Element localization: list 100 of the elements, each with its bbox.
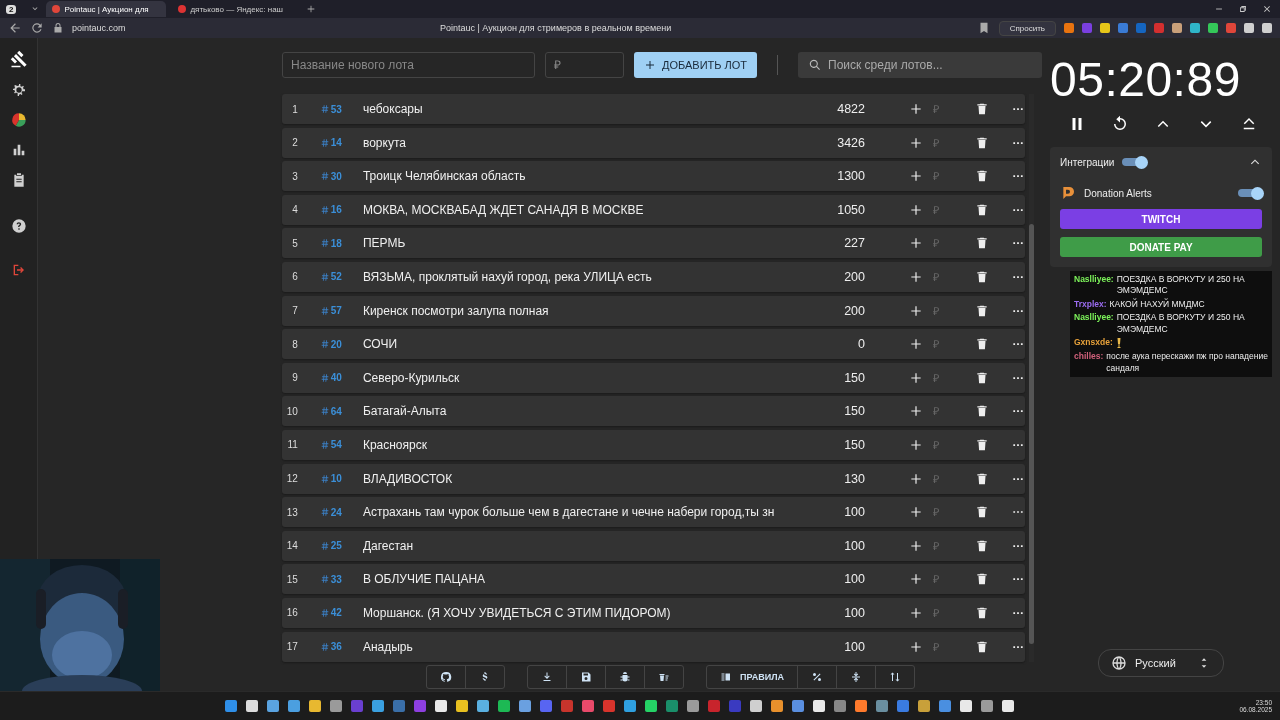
taskbar-app-icon[interactable] [686,700,699,712]
add-amount-icon[interactable] [909,538,923,553]
taskbar-app-icon[interactable] [917,700,930,712]
back-icon[interactable] [8,21,22,35]
taskbar-app-icon[interactable] [959,700,972,712]
add-amount-icon[interactable] [909,605,923,620]
add-amount-icon[interactable] [909,437,923,452]
gear-icon[interactable] [10,82,27,98]
lot-name[interactable]: Красноярск [362,437,807,452]
pie-chart-icon[interactable] [10,112,27,128]
taskbar-app-icon[interactable] [749,700,762,712]
delete-icon[interactable] [975,404,989,419]
rules-button[interactable]: ПРАВИЛА [707,666,798,688]
service-button[interactable]: TWITCH [1060,209,1262,229]
lot-name-field[interactable]: Название нового лота [282,52,535,78]
lot-name[interactable]: Киренск посмотри залупа полная [362,303,807,318]
add-amount-icon[interactable] [909,102,923,116]
taskbar-app-icon[interactable] [518,700,531,712]
lot-name[interactable]: СОЧИ [362,337,807,352]
taskbar-app-icon[interactable] [329,700,342,712]
search-field[interactable]: Поиск среди лотов... [798,52,1042,78]
delete-icon[interactable] [975,102,989,116]
lot-add-field[interactable]: ₽ [931,471,975,486]
taskbar-app-icon[interactable] [812,700,825,712]
help-icon[interactable] [10,218,27,234]
gavel-icon[interactable] [9,50,28,68]
lot-name[interactable]: Анадырь [362,639,807,654]
lot-add-field[interactable]: ₽ [931,639,975,654]
lot-name[interactable]: Дагестан [362,538,807,553]
delete-icon[interactable] [975,572,989,587]
tab-count[interactable]: 2 [6,4,17,14]
lot-add-field[interactable]: ₽ [931,236,975,251]
taskbar-app-icon[interactable] [980,700,993,712]
lot-name[interactable]: Моршанск. (Я ХОЧУ УВИДЕТЬСЯ С ЭТИМ ПИДОРОМ) [362,605,807,620]
lot-add-field[interactable]: ₽ [931,202,975,217]
reload-icon[interactable] [30,21,44,35]
taskbar-app-icon[interactable] [644,700,657,712]
lot-add-field[interactable]: ₽ [931,538,975,553]
lot-name[interactable]: Троицк Челябинская область [362,169,807,184]
lot-name[interactable]: Батагай-Алыта [362,404,807,419]
lot-add-field[interactable]: ₽ [931,437,975,452]
language-select[interactable]: Русский [1098,649,1224,677]
add-amount-icon[interactable] [909,471,923,486]
add-amount-icon[interactable] [909,202,923,217]
add-amount-icon[interactable] [909,303,923,318]
delete-icon[interactable] [975,639,989,654]
taskbar-app-icon[interactable] [308,700,321,712]
taskbar-app-icon[interactable] [266,700,279,712]
add-amount-icon[interactable] [909,404,923,419]
service-toggle[interactable] [1238,189,1262,197]
address-url[interactable]: pointauc.com [72,23,272,33]
lot-add-field[interactable]: ₽ [931,269,975,284]
lot-name[interactable]: воркута [362,135,807,150]
add-amount-icon[interactable] [909,135,923,150]
add-lot-button[interactable]: ДОБАВИТЬ ЛОТ [633,52,758,78]
lot-name[interactable]: МОКВА, МОСКВАБАД ЖДЕТ САНАДЯ В МОСКВЕ [362,202,807,217]
delete-icon[interactable] [975,337,989,352]
add-amount-icon[interactable] [909,337,923,352]
add-amount-icon[interactable] [909,236,923,251]
delete-icon[interactable] [975,605,989,620]
taskbar-app-icon[interactable] [245,700,258,712]
delete-icon[interactable] [975,202,989,217]
add-amount-icon[interactable] [909,169,923,184]
lot-name[interactable]: Северо-Курильск [362,370,807,385]
lot-add-field[interactable]: ₽ [931,404,975,419]
restore-icon[interactable] [1238,4,1248,14]
lot-add-field[interactable]: ₽ [931,102,975,116]
delete-icon[interactable] [975,370,989,385]
lot-name[interactable]: чебоксары [362,102,807,116]
delete-icon[interactable] [975,437,989,452]
taskbar-app-icon[interactable] [770,700,783,712]
lot-amount-field[interactable]: ₽ [544,52,624,78]
browser-tab[interactable]: дятьково — Яндекс: наш [172,1,293,17]
add-amount-icon[interactable] [909,505,923,520]
taskbar-app-icon[interactable] [455,700,468,712]
lot-add-field[interactable]: ₽ [931,370,975,385]
lot-name[interactable]: В ОБЛУЧИЕ ПАЦАНА [362,572,807,587]
taskbar-app-icon[interactable] [476,700,489,712]
lot-add-field[interactable]: ₽ [931,303,975,318]
lot-add-field[interactable]: ₽ [931,169,975,184]
delete-icon[interactable] [975,135,989,150]
lot-name[interactable]: ПЕРМЬ [362,236,807,251]
add-amount-icon[interactable] [909,370,923,385]
add-amount-icon[interactable] [909,572,923,587]
delete-icon[interactable] [975,471,989,486]
taskbar-app-icon[interactable] [497,700,510,712]
delete-icon[interactable] [975,269,989,284]
lot-add-field[interactable]: ₽ [931,135,975,150]
delete-icon[interactable] [975,505,989,520]
delete-icon[interactable] [975,236,989,251]
close-icon[interactable] [1262,4,1272,14]
delete-icon[interactable] [975,303,989,318]
delete-icon[interactable] [975,169,989,184]
lot-add-field[interactable]: ₽ [931,572,975,587]
taskbar-app-icon[interactable] [623,700,636,712]
add-amount-icon[interactable] [909,639,923,654]
taskbar-app-icon[interactable] [434,700,447,712]
ask-button[interactable]: Спросить [998,20,1056,36]
restart-icon[interactable] [1111,115,1129,133]
taskbar-app-icon[interactable] [854,700,867,712]
